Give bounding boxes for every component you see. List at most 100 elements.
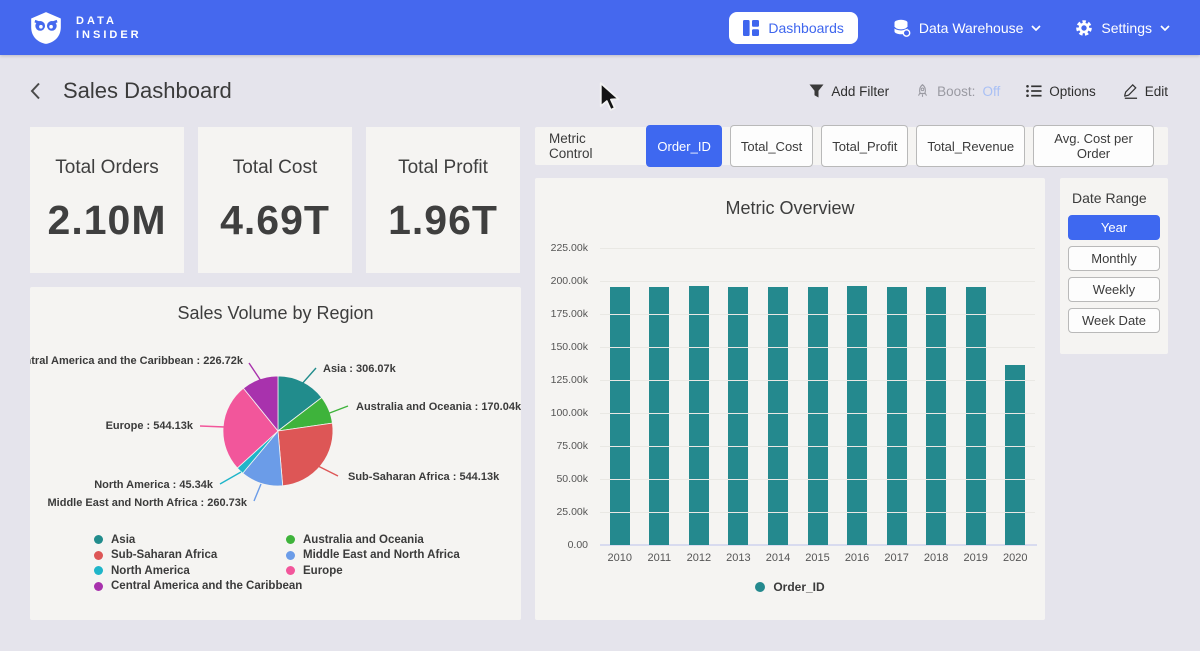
legend-label: Order_ID — [773, 580, 824, 594]
bar[interactable] — [1005, 365, 1025, 545]
database-icon — [892, 19, 911, 37]
bar-slot — [679, 248, 719, 545]
pie-legend-item[interactable]: Asia — [94, 532, 286, 548]
edit-pencil-icon — [1122, 83, 1138, 99]
chevron-down-icon — [1160, 25, 1170, 31]
kpi-card: Total Orders2.10M — [30, 127, 184, 273]
add-filter-button[interactable]: Add Filter — [809, 84, 889, 99]
y-tick-label: 175.00k — [535, 308, 588, 320]
app-window: DATA INSIDER Dashboards D — [0, 0, 1200, 651]
gridline — [600, 248, 1035, 249]
x-axis-label: 2013 — [719, 552, 759, 564]
data-warehouse-label: Data Warehouse — [919, 20, 1024, 36]
pie-label-line — [249, 363, 261, 381]
pie-legend-item[interactable]: Europe — [286, 563, 478, 579]
owl-logo-icon — [28, 11, 64, 45]
filter-funnel-icon — [809, 84, 824, 98]
add-filter-label: Add Filter — [831, 84, 889, 99]
kpi-row: Total Orders2.10MTotal Cost4.69TTotal Pr… — [30, 127, 521, 273]
x-axis-label: 2010 — [600, 552, 640, 564]
chevron-down-icon — [1031, 25, 1041, 31]
legend-dot — [286, 551, 295, 560]
x-axis-label: 2019 — [956, 552, 996, 564]
header-actions: Add Filter Boost: Off Options — [809, 83, 1168, 99]
bar-slot — [798, 248, 838, 545]
options-button[interactable]: Options — [1026, 84, 1096, 99]
date-range-week-date[interactable]: Week Date — [1068, 308, 1160, 333]
bar[interactable] — [768, 287, 788, 545]
bar[interactable] — [728, 287, 748, 545]
legend-label: Middle East and North Africa — [303, 549, 460, 561]
metric-buttons: Order_IDTotal_CostTotal_ProfitTotal_Reve… — [646, 125, 1154, 167]
navbar-actions: Dashboards Data Warehouse — [729, 12, 1170, 44]
bar-slot — [600, 248, 640, 545]
data-warehouse-menu[interactable]: Data Warehouse — [892, 19, 1042, 37]
metric-chip-avg-cost-per-order[interactable]: Avg. Cost per Order — [1033, 125, 1154, 167]
kpi-value: 1.96T — [388, 197, 498, 244]
legend-dot — [755, 582, 765, 592]
date-range-buttons: Year Monthly Weekly Week Date — [1068, 215, 1160, 333]
page-header: Sales Dashboard Add Filter Boost: Off — [0, 68, 1200, 114]
pie-legend-item[interactable]: Sub-Saharan Africa — [94, 548, 286, 564]
date-range-label: Date Range — [1068, 190, 1160, 206]
y-tick-label: 100.00k — [535, 407, 588, 419]
bar[interactable] — [966, 287, 986, 545]
metric-chip-total-profit[interactable]: Total_Profit — [821, 125, 908, 167]
x-axis-label: 2016 — [837, 552, 877, 564]
settings-label: Settings — [1101, 20, 1152, 36]
bar[interactable] — [649, 287, 669, 545]
legend-label: Sub-Saharan Africa — [111, 549, 217, 561]
metric-chip-total-cost[interactable]: Total_Cost — [730, 125, 813, 167]
options-label: Options — [1049, 84, 1096, 99]
gridline — [600, 479, 1035, 480]
bar-slot — [995, 248, 1035, 545]
date-range-year[interactable]: Year — [1068, 215, 1160, 240]
x-axis-labels: 2010201120122013201420152016201720182019… — [600, 552, 1035, 564]
date-range-panel: Date Range Year Monthly Weekly Week Date — [1060, 178, 1168, 354]
bar[interactable] — [689, 286, 709, 545]
date-range-monthly[interactable]: Monthly — [1068, 246, 1160, 271]
x-axis-label: 2017 — [877, 552, 917, 564]
settings-menu[interactable]: Settings — [1075, 19, 1170, 37]
brand: DATA INSIDER — [28, 11, 142, 45]
bar[interactable] — [847, 286, 867, 545]
metric-control-label: Metric Control — [549, 131, 630, 161]
bar[interactable] — [808, 287, 828, 545]
pie-slice-label: North America : 45.34k — [94, 479, 214, 491]
pie-slice-label: Australia and Oceania : 170.04k — [356, 401, 521, 413]
metric-control-bar: Metric Control Order_IDTotal_CostTotal_P… — [535, 127, 1168, 165]
y-tick-label: 75.00k — [535, 440, 588, 452]
bar-legend-item[interactable]: Order_ID — [535, 580, 1045, 594]
pie-legend-item[interactable]: Middle East and North Africa — [286, 548, 478, 564]
bar-slot — [916, 248, 956, 545]
pie-legend-item[interactable]: Australia and Oceania — [286, 532, 478, 548]
dashboards-grid-icon — [743, 20, 759, 36]
bar[interactable] — [610, 287, 630, 545]
x-axis-label: 2014 — [758, 552, 798, 564]
metric-chip-order-id[interactable]: Order_ID — [646, 125, 721, 167]
date-range-weekly[interactable]: Weekly — [1068, 277, 1160, 302]
metric-chip-total-revenue[interactable]: Total_Revenue — [916, 125, 1025, 167]
bar[interactable] — [887, 287, 907, 546]
bar-slot — [877, 248, 917, 545]
brand-text: DATA INSIDER — [76, 14, 142, 42]
edit-button[interactable]: Edit — [1122, 83, 1168, 99]
pie-chart-card: Sales Volume by Region Asia : 306.07kAus… — [30, 287, 521, 620]
back-button[interactable] — [30, 82, 41, 100]
y-tick-label: 125.00k — [535, 374, 588, 386]
legend-dot — [94, 535, 103, 544]
kpi-value: 2.10M — [48, 197, 167, 244]
options-list-icon — [1026, 84, 1042, 98]
brand-line-1: DATA — [76, 14, 142, 28]
y-tick-label: 200.00k — [535, 275, 588, 287]
dashboards-button[interactable]: Dashboards — [729, 12, 858, 44]
pie-label-line — [200, 426, 225, 427]
pie-label-line — [301, 368, 316, 385]
pie-legend-item[interactable]: North America — [94, 563, 286, 579]
pie-chart-title: Sales Volume by Region — [30, 303, 521, 324]
boost-label: Boost: — [937, 84, 975, 99]
pie-legend-item[interactable]: Central America and the Caribbean — [94, 579, 286, 595]
pie-slice[interactable] — [278, 423, 333, 486]
bar[interactable] — [926, 287, 946, 545]
boost-toggle[interactable]: Boost: Off — [915, 83, 1000, 99]
